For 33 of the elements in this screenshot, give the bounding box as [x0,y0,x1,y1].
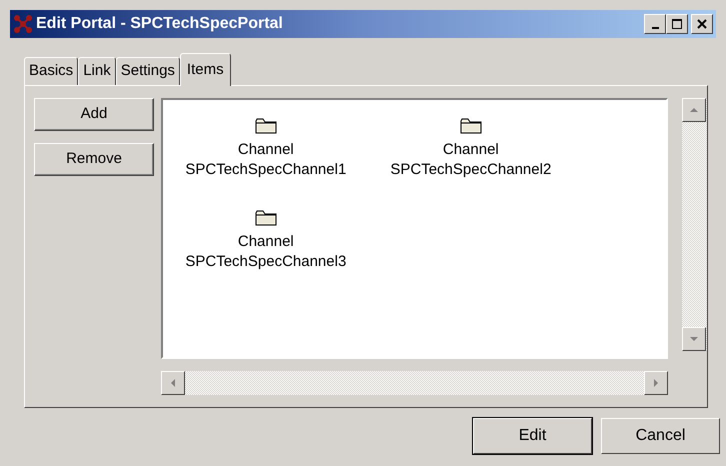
side-button[interactable]: Add [34,98,154,131]
scroll-left-button[interactable] [161,371,186,395]
folder-icon[interactable] [254,118,277,134]
item-label[interactable]: Channel SPCTechSpecChannel2 [390,140,552,180]
down-triangle-icon [689,335,700,343]
scroll-up-button[interactable] [682,98,706,122]
close-icon [697,19,707,29]
folder-icon[interactable] [254,210,277,226]
tab[interactable]: Basics [24,57,78,85]
tab[interactable]: Settings [116,57,180,85]
item-list[interactable]: Channel SPCTechSpecChannel1 Channel SPCTechSpecChannel2 Channel SPCTechSpecChannel3 [161,98,668,359]
horizontal-scrollbar[interactable] [161,371,668,395]
item-label[interactable]: Channel SPCTechSpecChannel3 [185,232,346,272]
tab[interactable]: Items [180,53,231,86]
right-triangle-icon [652,378,660,388]
item-label[interactable]: Channel SPCTechSpecChannel1 [185,140,346,180]
scroll-down-button[interactable] [682,327,706,351]
up-triangle-icon [689,106,700,114]
maximize-icon [672,19,682,29]
dialog-button[interactable]: Edit [473,418,592,454]
dialog-button[interactable]: Cancel [601,418,720,454]
minimize-button[interactable] [644,14,666,34]
minimize-icon [652,27,658,29]
vertical-scrollbar[interactable] [682,98,707,351]
left-triangle-icon [169,378,178,388]
tab[interactable]: Link [78,57,116,85]
folder-icon[interactable] [460,118,482,134]
maximize-button[interactable] [666,14,688,34]
scroll-right-button[interactable] [644,371,668,395]
side-button[interactable]: Remove [34,143,154,176]
window-title: Edit Portal - SPCTechSpecPortal [36,14,284,34]
close-button[interactable] [691,14,713,34]
app-logo-icon [13,14,33,34]
